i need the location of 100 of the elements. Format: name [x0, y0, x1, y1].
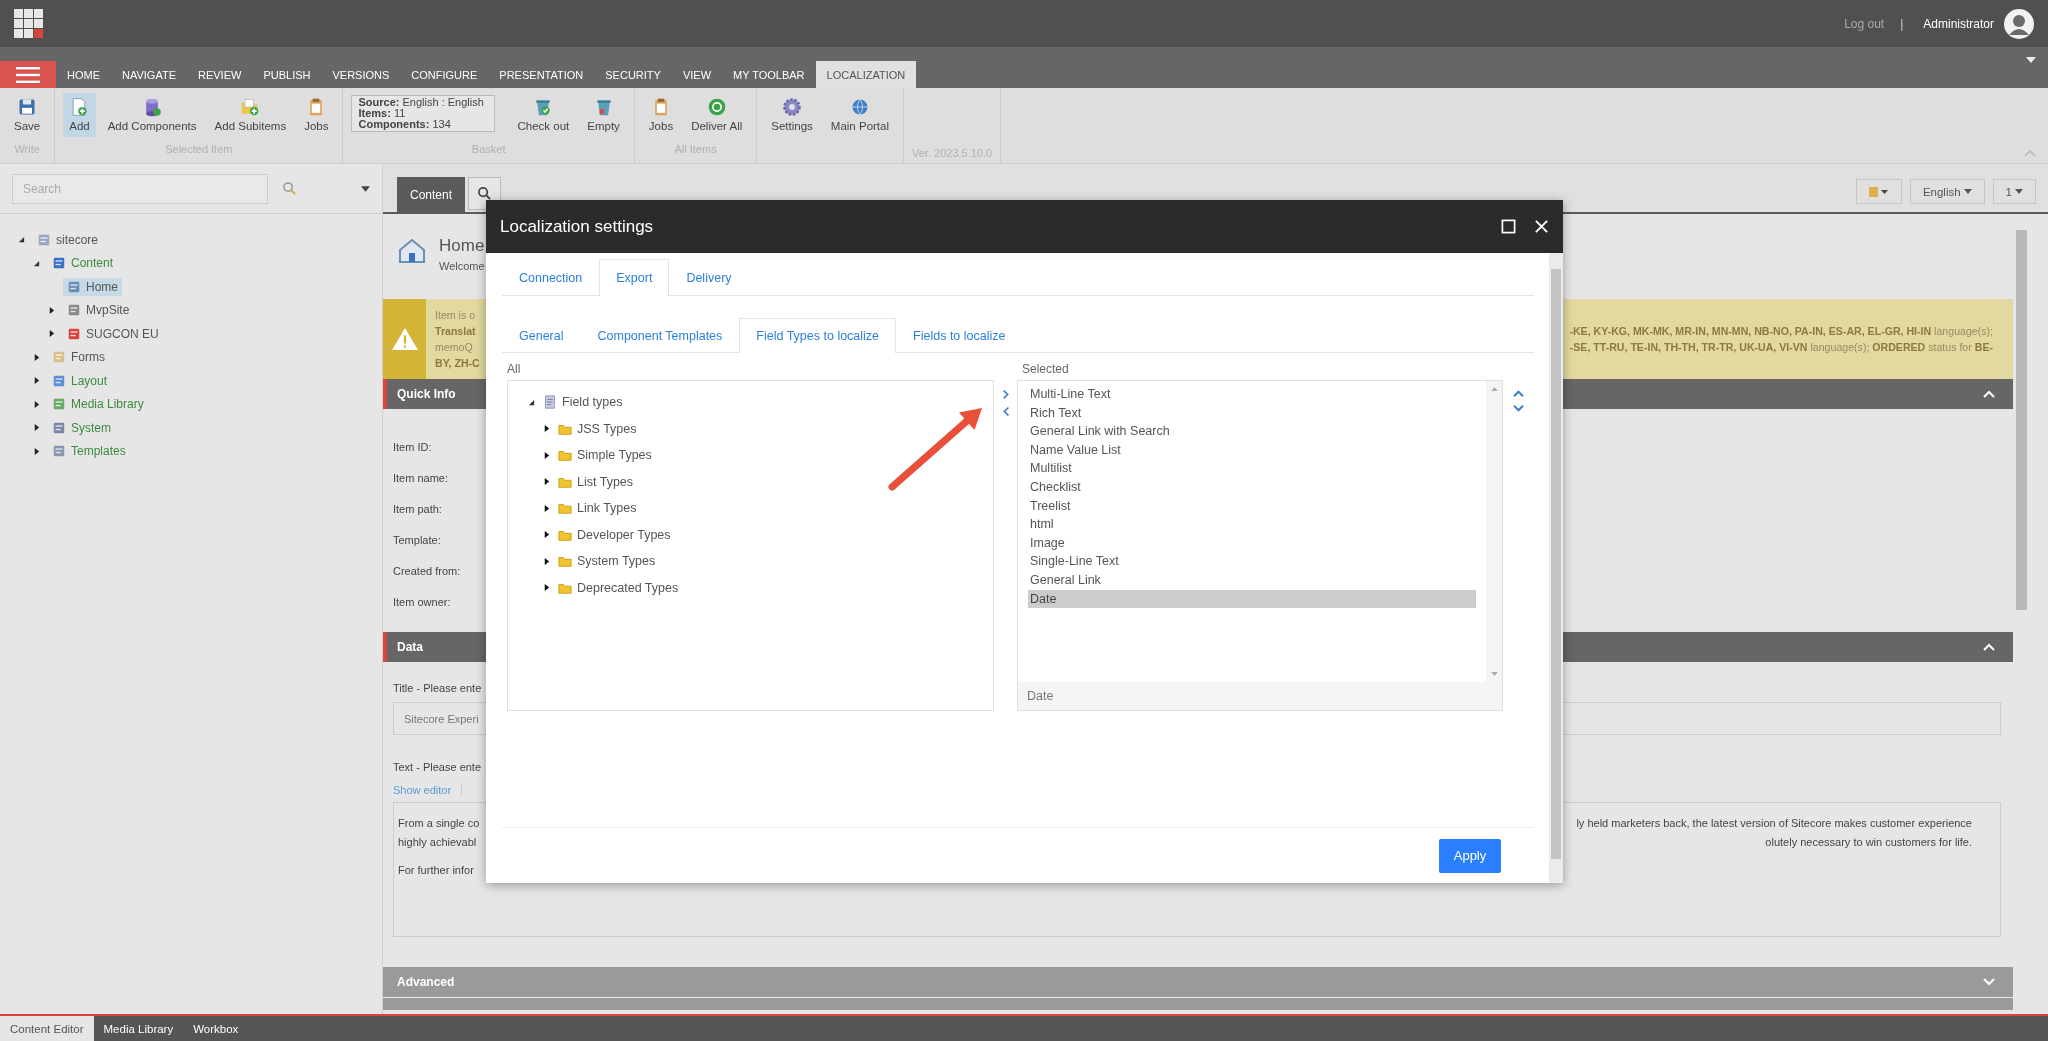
log-out-link[interactable]: Log out: [1844, 16, 1885, 31]
avatar-icon[interactable]: [2004, 8, 2034, 39]
list-item[interactable]: Rich Text: [1028, 403, 1476, 423]
list-item[interactable]: Multilist: [1028, 459, 1476, 478]
ribbon-button[interactable]: Deliver All: [685, 93, 749, 137]
dialog-subtab[interactable]: Fields to localize: [896, 318, 1023, 353]
search-field[interactable]: Search: [12, 173, 268, 204]
collapsed-arrow-icon[interactable]: [33, 353, 40, 361]
collapsed-arrow-icon[interactable]: [543, 531, 550, 539]
ribbon-button[interactable]: Save: [8, 93, 47, 137]
apply-button[interactable]: Apply: [1439, 838, 1501, 873]
ribbon-button[interactable]: Add: [63, 93, 96, 137]
editor-tab[interactable]: Content: [397, 177, 465, 212]
dialog-tab[interactable]: Delivery: [669, 259, 749, 296]
ribbon-tab[interactable]: VERSIONS: [321, 61, 401, 88]
ribbon-button[interactable]: Add Components: [101, 93, 203, 137]
collapsed-arrow-icon[interactable]: [33, 424, 40, 432]
collapsed-arrow-icon[interactable]: [543, 504, 550, 512]
collapsed-arrow-icon[interactable]: [543, 557, 550, 565]
expanded-arrow-icon[interactable]: [33, 259, 40, 267]
tree-item[interactable]: Field types: [543, 395, 623, 410]
tree-item[interactable]: MvpSite: [63, 301, 134, 320]
app-grid-icon[interactable]: [14, 8, 44, 39]
collapsed-arrow-icon[interactable]: [33, 447, 40, 455]
tree-item[interactable]: Content: [48, 254, 118, 273]
tree-item[interactable]: Link Types: [558, 501, 637, 516]
caret-icon[interactable]: [2026, 57, 2036, 63]
list-item[interactable]: Image: [1028, 533, 1476, 553]
tree-item[interactable]: Forms: [48, 348, 109, 367]
tree-item[interactable]: System Types: [558, 554, 656, 569]
list-item[interactable]: Treelist: [1028, 496, 1476, 516]
collapsed-arrow-icon[interactable]: [48, 306, 55, 314]
ribbon-button[interactable]: Check out: [511, 93, 576, 137]
dialog-tab[interactable]: Connection: [502, 259, 600, 296]
dialog-tab[interactable]: Export: [599, 259, 670, 296]
tree-item[interactable]: List Types: [558, 474, 634, 489]
tree-item[interactable]: JSS Types: [558, 421, 637, 436]
chevron-down-icon[interactable]: [1513, 404, 1524, 413]
dropdown-button[interactable]: 1: [1992, 179, 2036, 204]
tree-item[interactable]: Layout: [48, 371, 112, 390]
tree-item[interactable]: Home: [63, 277, 122, 296]
tree-item[interactable]: Deprecated Types: [558, 580, 679, 595]
dropdown-button[interactable]: English: [1909, 179, 1985, 204]
ribbon-tab[interactable]: NAVIGATE: [111, 61, 187, 88]
dialog-subtab[interactable]: Field Types to localize: [739, 318, 897, 353]
bottom-tab[interactable]: Media Library: [93, 1016, 184, 1041]
scrollbar[interactable]: [1549, 253, 1563, 883]
ribbon-button[interactable]: Jobs: [642, 93, 680, 137]
collapsed-arrow-icon[interactable]: [543, 425, 550, 433]
ribbon-tab[interactable]: CONFIGURE: [400, 61, 489, 88]
collapsed-arrow-icon[interactable]: [543, 478, 550, 486]
close-icon[interactable]: [1534, 219, 1549, 234]
ribbon-button[interactable]: Empty: [581, 93, 626, 137]
list-item[interactable]: Name Value List: [1028, 440, 1476, 460]
ribbon-button[interactable]: Settings: [765, 93, 819, 137]
ribbon-tab[interactable]: MY TOOLBAR: [722, 61, 816, 88]
menu-button[interactable]: [0, 61, 56, 88]
collapsed-arrow-icon[interactable]: [33, 400, 40, 408]
chevron-right-icon[interactable]: [1001, 389, 1010, 400]
chevron-up-icon[interactable]: [1513, 389, 1524, 398]
user-name[interactable]: Administrator: [1923, 16, 1994, 31]
ribbon-tab[interactable]: SECURITY: [594, 61, 672, 88]
ribbon-tab[interactable]: VIEW: [671, 61, 723, 88]
bottom-tab[interactable]: Workbox: [183, 1016, 249, 1041]
tree-item[interactable]: sitecore: [33, 230, 103, 249]
tree-item[interactable]: Simple Types: [558, 448, 652, 463]
collapsed-arrow-icon[interactable]: [543, 584, 550, 592]
tree-item[interactable]: SUGCON EU: [63, 324, 163, 343]
list-item[interactable]: General Link: [1028, 570, 1476, 590]
tree-item[interactable]: System: [48, 418, 115, 437]
dialog-subtab[interactable]: General: [502, 318, 581, 353]
tree-item[interactable]: Media Library: [48, 395, 148, 414]
dialog-subtab[interactable]: Component Templates: [580, 318, 740, 353]
bottom-tab[interactable]: Content Editor: [0, 1016, 94, 1041]
collapsed-arrow-icon[interactable]: [48, 330, 55, 338]
folder-icon: [558, 501, 572, 516]
tree-item[interactable]: Developer Types: [558, 527, 671, 542]
ribbon-tab[interactable]: PRESENTATION: [488, 61, 595, 88]
tree-item[interactable]: Templates: [48, 442, 130, 461]
collapsed-arrow-icon[interactable]: [543, 451, 550, 459]
collapsed-arrow-icon[interactable]: [33, 377, 40, 385]
ribbon-button[interactable]: Main Portal: [824, 93, 895, 137]
list-item[interactable]: Checklist: [1028, 477, 1476, 497]
ribbon-tab[interactable]: PUBLISH: [252, 61, 322, 88]
field-label: Created from:: [393, 564, 461, 579]
list-item[interactable]: Date: [1028, 589, 1476, 609]
list-item[interactable]: Single-Line Text: [1028, 552, 1476, 571]
ribbon-button[interactable]: Jobs: [298, 93, 335, 137]
ribbon-tab[interactable]: HOME: [56, 61, 111, 88]
expanded-arrow-icon[interactable]: [528, 398, 535, 406]
list-item[interactable]: Multi-Line Text: [1028, 385, 1476, 404]
list-item[interactable]: html: [1028, 515, 1476, 534]
ribbon-tab[interactable]: REVIEW: [187, 61, 253, 88]
caret-icon[interactable]: [361, 185, 370, 192]
maximize-icon[interactable]: [1501, 219, 1516, 234]
ribbon-button[interactable]: Add Subitems: [208, 93, 293, 137]
chevron-left-icon[interactable]: [1001, 406, 1010, 417]
ribbon-tab[interactable]: LOCALIZATION: [815, 61, 917, 88]
list-item[interactable]: General Link with Search: [1028, 422, 1476, 441]
expanded-arrow-icon[interactable]: [18, 236, 25, 244]
